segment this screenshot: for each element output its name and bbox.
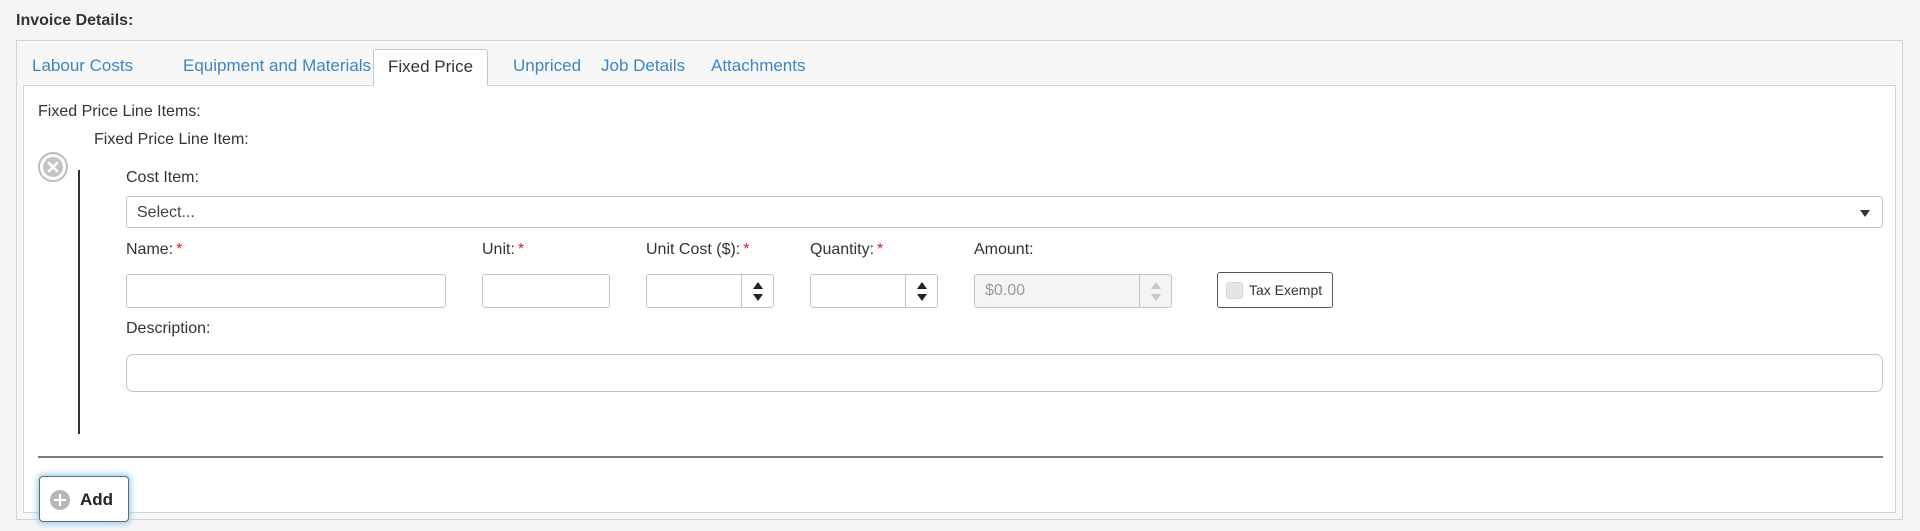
- unit-cost-stepper[interactable]: [741, 275, 773, 307]
- tab-fixed-price[interactable]: Fixed Price: [373, 49, 489, 86]
- amount-label: Amount:: [974, 241, 1034, 258]
- cost-item-select[interactable]: Select...: [126, 196, 1883, 228]
- add-button-label: Add: [80, 490, 114, 509]
- amount-value: $0.00: [985, 282, 1026, 299]
- line-item-divider: [78, 170, 80, 434]
- section-title: Invoice Details:: [16, 12, 134, 29]
- stepper-down-icon[interactable]: [917, 294, 927, 301]
- description-label: Description:: [126, 320, 211, 337]
- required-marker: *: [176, 241, 183, 258]
- fixed-price-panel: Fixed Price Line Items: Fixed Price Line…: [23, 85, 1896, 522]
- tab-strip: Labour Costs Equipment and Materials Fix…: [17, 41, 1902, 86]
- line-item-title: Fixed Price Line Item:: [94, 131, 249, 148]
- unit-cost-input[interactable]: [646, 274, 774, 308]
- line-items-label: Fixed Price Line Items:: [38, 103, 201, 120]
- tab-job-details[interactable]: Job Details: [587, 49, 699, 86]
- cost-item-label: Cost Item:: [126, 169, 199, 186]
- stepper-up-icon[interactable]: [753, 282, 763, 289]
- tax-exempt-checkbox[interactable]: [1226, 282, 1243, 299]
- name-input[interactable]: [126, 274, 446, 308]
- stepper-up-icon[interactable]: [917, 282, 927, 289]
- name-label: Name: *: [126, 241, 183, 258]
- tab-labour-costs[interactable]: Labour Costs: [18, 49, 147, 86]
- stepper-down-icon: [1151, 294, 1161, 301]
- plus-circle-icon: [50, 490, 70, 510]
- unit-label: Unit: *: [482, 241, 525, 258]
- caret-down-icon: [1860, 210, 1870, 217]
- tax-exempt-label: Tax Exempt: [1249, 282, 1323, 298]
- required-marker: *: [517, 241, 525, 258]
- required-marker: *: [877, 241, 884, 258]
- unit-input[interactable]: [482, 274, 610, 308]
- unit-cost-label: Unit Cost ($): *: [646, 241, 750, 258]
- remove-line-item-button[interactable]: [38, 152, 68, 182]
- description-input[interactable]: [126, 354, 1883, 392]
- amount-field: $0.00: [974, 274, 1172, 308]
- add-line-item-button[interactable]: Add: [39, 476, 129, 522]
- stepper-up-icon: [1151, 282, 1161, 289]
- cost-item-value: Select...: [137, 204, 195, 221]
- tab-equipment-and-materials[interactable]: Equipment and Materials: [169, 49, 385, 86]
- quantity-label: Quantity: *: [810, 241, 884, 258]
- section-divider: [38, 456, 1883, 458]
- quantity-stepper[interactable]: [905, 275, 937, 307]
- required-marker: *: [743, 241, 750, 258]
- amount-stepper: [1139, 275, 1171, 307]
- tab-unpriced[interactable]: Unpriced: [499, 49, 595, 86]
- stepper-down-icon[interactable]: [753, 294, 763, 301]
- tax-exempt-toggle[interactable]: Tax Exempt: [1217, 272, 1333, 308]
- tab-attachments[interactable]: Attachments: [697, 49, 820, 86]
- quantity-input[interactable]: [810, 274, 938, 308]
- invoice-tabs: Labour Costs Equipment and Materials Fix…: [16, 40, 1903, 522]
- circle-x-icon: [43, 157, 63, 177]
